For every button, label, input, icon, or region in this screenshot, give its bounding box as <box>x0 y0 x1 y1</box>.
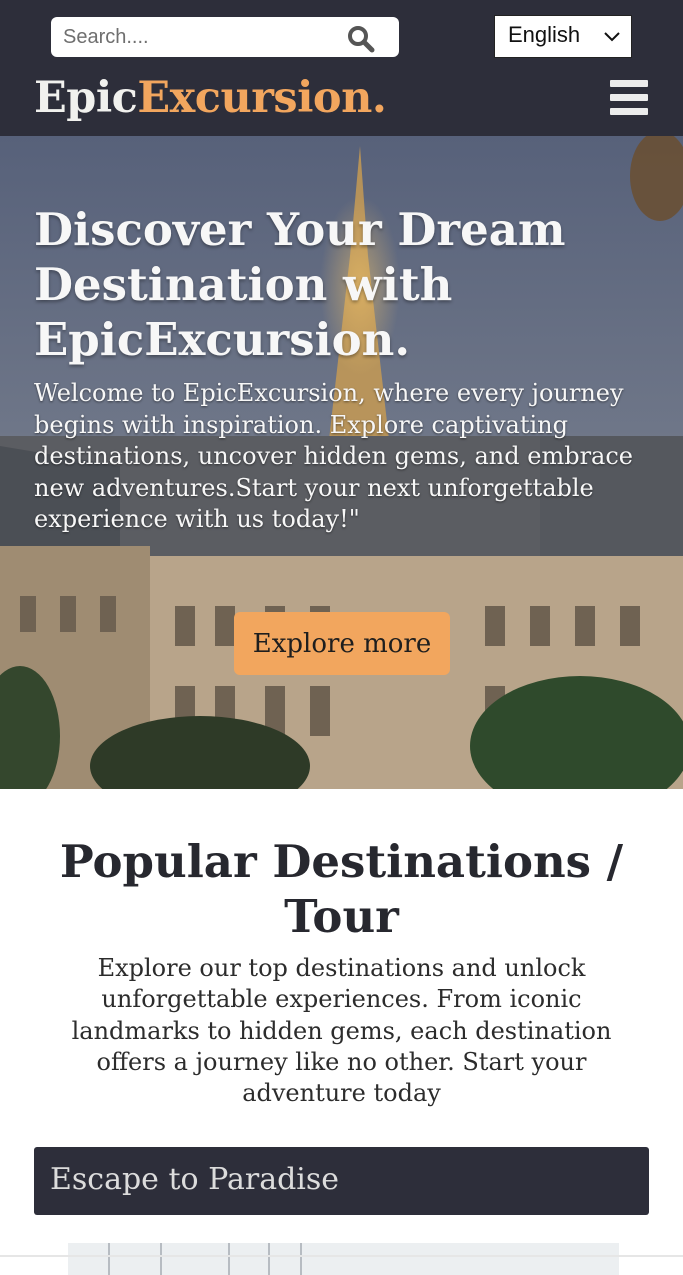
logo-part-excursion: Excursion. <box>137 73 387 123</box>
destination-card-image[interactable] <box>68 1243 619 1275</box>
site-header: English EpicExcursion. <box>0 0 683 136</box>
divider <box>0 1255 683 1257</box>
destination-card-title: Escape to Paradise <box>50 1162 340 1197</box>
logo-part-epic: Epic <box>34 73 138 123</box>
language-selected-value: English <box>508 22 581 47</box>
menu-icon[interactable] <box>610 78 650 118</box>
destination-card-header[interactable]: Escape to Paradise <box>34 1147 649 1215</box>
hero-section: Discover Your Dream Destination with Epi… <box>0 136 683 789</box>
search-input[interactable] <box>63 23 333 51</box>
hero-description: Welcome to EpicExcursion, where every jo… <box>34 379 633 533</box>
language-select[interactable]: English <box>494 15 632 58</box>
explore-more-button[interactable]: Explore more <box>234 612 450 675</box>
hero-title: Discover Your Dream Destination with Epi… <box>34 203 566 366</box>
section-title: Popular Destinations / Tour <box>59 835 624 943</box>
search-icon[interactable] <box>346 24 376 54</box>
section-description: Explore our top destinations and unlock … <box>71 954 612 1108</box>
chevron-down-icon <box>604 32 620 42</box>
site-logo[interactable]: EpicExcursion. <box>34 70 387 126</box>
